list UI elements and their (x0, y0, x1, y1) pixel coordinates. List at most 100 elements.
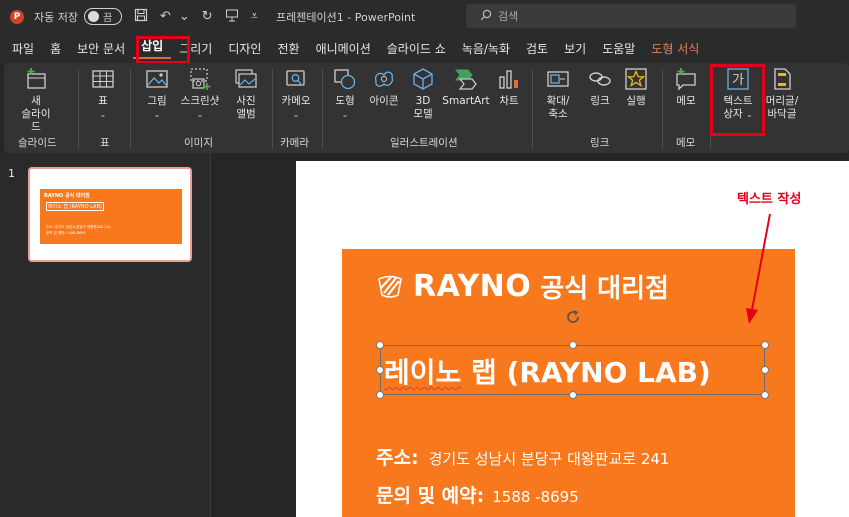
comment-button[interactable]: 메모 (670, 67, 702, 108)
zoom-label-2: 축소 (548, 108, 568, 120)
chevron-down-icon: ⌄ (196, 110, 204, 119)
dropdown-chevron-icon[interactable]: ⌄ (179, 9, 190, 24)
group-slides-label: 슬라이드 (18, 137, 57, 149)
contact-label: 문의 및 예약: (376, 485, 485, 507)
group-images-label: 이미지 (184, 137, 213, 149)
comment-label: 메모 (676, 95, 696, 107)
group-divider (78, 69, 79, 149)
chart-icon (497, 67, 521, 91)
smartart-button[interactable]: SmartArt (442, 67, 490, 108)
resize-handle-bottom[interactable] (569, 391, 577, 399)
slide-number: 1 (8, 167, 15, 180)
photo-album-label-1: 사진 (236, 95, 256, 107)
3d-models-label-1: 3D (415, 95, 431, 107)
tab-home[interactable]: 홈 (42, 40, 69, 57)
autosave-toggle[interactable]: 끔 (83, 8, 122, 25)
link-icon (588, 67, 612, 91)
new-slide-button[interactable]: 새 슬라이드 (18, 67, 54, 134)
resize-handle-bl[interactable] (376, 391, 384, 399)
redo-icon[interactable]: ↻ (202, 9, 213, 24)
annotation-arrow-icon (746, 213, 771, 324)
cameo-label: 카메오 (281, 95, 311, 107)
title-textbox[interactable]: 레이노 랩 (RAYNO LAB) (380, 345, 765, 395)
slide-title[interactable]: 레이노 랩 (RAYNO LAB) (384, 351, 711, 391)
picture-label: 그림 (147, 95, 167, 107)
chart-label: 차트 (499, 95, 519, 107)
group-links-label: 링크 (590, 137, 610, 149)
present-icon[interactable] (225, 8, 239, 26)
search-box[interactable]: 검색 (466, 4, 796, 28)
shapes-button[interactable]: 도형 ⌄ (330, 67, 360, 121)
contact-line: 문의 및 예약: 1588 -8695 (376, 481, 579, 508)
new-slide-label-1: 새 (31, 95, 41, 107)
group-divider (662, 69, 663, 149)
group-divider (532, 69, 533, 149)
action-star-icon (624, 67, 648, 91)
tab-slideshow[interactable]: 슬라이드 쇼 (379, 40, 454, 57)
photo-album-label-2: 앨범 (236, 108, 256, 120)
title-bar: P 자동 저장 끔 ↶ ⌄ ↻ ⩡ 프레젠테이션1 - PowerPoint 검… (0, 0, 849, 33)
header-footer-label-1: 머리글/ (765, 95, 799, 107)
annotation-text: 텍스트 작성 (737, 192, 802, 207)
contact-value: 1588 -8695 (492, 488, 579, 506)
link-label: 링크 (590, 95, 610, 107)
slide-thumbnail[interactable]: RAYNO 공식 대리점 레이노 랩 (RAYNO LAB) 주소: 경기도 성… (28, 167, 192, 262)
tab-view[interactable]: 보기 (556, 40, 594, 57)
resize-handle-left[interactable] (376, 366, 384, 374)
resize-handle-right[interactable] (761, 366, 769, 374)
tab-shape-format[interactable]: 도형 서식 (643, 40, 707, 57)
undo-icon[interactable]: ↶ (160, 9, 171, 24)
resize-handle-top[interactable] (569, 341, 577, 349)
chevron-down-icon: ⌄ (292, 110, 300, 119)
address-value: 경기도 성남시 분당구 대왕판교로 241 (428, 450, 670, 468)
3d-models-label-2: 모델 (413, 108, 433, 120)
screenshot-label: 스크린샷 (180, 95, 220, 107)
thumbnail-address: 주소: 경기도 성남시 분당구 대왕판교로 241 (46, 225, 111, 229)
customize-icon[interactable]: ⩡ (251, 9, 258, 24)
cube-icon (411, 67, 435, 91)
photo-album-icon (234, 67, 258, 91)
chevron-down-icon: ⌄ (99, 110, 107, 119)
link-button[interactable]: 링크 (584, 67, 616, 108)
group-comments-label: 메모 (676, 137, 696, 149)
picture-button[interactable]: 그림 ⌄ (140, 67, 174, 121)
screenshot-button[interactable]: 스크린샷 ⌄ (176, 67, 224, 121)
action-button[interactable]: 실행 (620, 67, 652, 108)
search-placeholder: 검색 (498, 10, 519, 23)
cameo-button[interactable]: 카메오 ⌄ (278, 67, 314, 121)
autosave-state: 끔 (102, 13, 113, 24)
header-footer-icon (770, 67, 794, 91)
comment-icon (674, 67, 698, 91)
tab-record[interactable]: 녹음/녹화 (454, 40, 518, 57)
group-camera-label: 카메라 (280, 137, 309, 149)
toggle-knob (87, 11, 99, 22)
resize-handle-tl[interactable] (376, 341, 384, 349)
3d-models-button[interactable]: 3D 모델 (408, 67, 438, 121)
tab-design[interactable]: 디자인 (220, 40, 269, 57)
zoom-button[interactable]: 확대/ 축소 (538, 67, 578, 121)
address-label: 주소: (376, 447, 419, 469)
resize-handle-tr[interactable] (761, 341, 769, 349)
tab-animations[interactable]: 애니메이션 (308, 40, 379, 57)
slides-panel: 1 RAYNO 공식 대리점 레이노 랩 (RAYNO LAB) 주소: 경기도… (0, 153, 211, 517)
chart-button[interactable]: 차트 (494, 67, 524, 108)
save-icon[interactable] (134, 8, 148, 26)
icons-button[interactable]: 아이콘 (366, 67, 402, 108)
tab-security[interactable]: 보안 문서 (69, 40, 133, 57)
rotate-handle-icon[interactable] (565, 309, 581, 325)
brand-header: RAYNO 공식 대리점 (376, 268, 669, 305)
thumbnail-title: 레이노 랩 (RAYNO LAB) (46, 202, 104, 211)
header-footer-label-2: 바닥글 (767, 108, 797, 120)
tab-review[interactable]: 검토 (518, 40, 556, 57)
shapes-label: 도형 (335, 95, 355, 107)
resize-handle-br[interactable] (761, 391, 769, 399)
header-footer-button[interactable]: 머리글/ 바닥글 (762, 67, 802, 121)
table-button[interactable]: 표 ⌄ (88, 67, 118, 121)
table-icon (91, 67, 115, 91)
tab-transitions[interactable]: 전환 (269, 40, 307, 57)
icons-label: 아이콘 (369, 95, 399, 107)
tab-help[interactable]: 도움말 (594, 40, 643, 57)
shapes-icon (333, 67, 357, 91)
photo-album-button[interactable]: 사진 앨범 (226, 67, 266, 121)
tab-file[interactable]: 파일 (0, 40, 42, 57)
